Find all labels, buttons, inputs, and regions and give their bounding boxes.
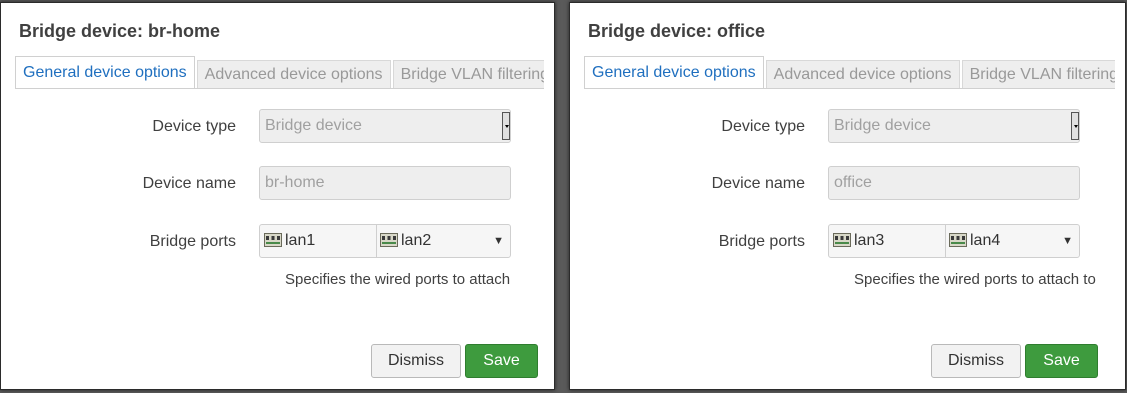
- bridge-device-dialog-br-home: Bridge device: br-home General device op…: [0, 2, 555, 390]
- bridge-ports-dropdown[interactable]: lan1 lan2 ▼: [259, 224, 511, 258]
- port-chip-lan2: lan2: [380, 225, 431, 257]
- device-type-value: Bridge device: [834, 117, 931, 134]
- device-name-value: office: [834, 174, 872, 191]
- ethernet-port-icon: [380, 233, 398, 247]
- device-type-row: Device type Bridge device: [570, 109, 1125, 145]
- bridge-ports-row: Bridge ports lan1 lan2 ▼: [1, 224, 554, 260]
- device-type-label: Device type: [152, 118, 236, 135]
- device-type-value: Bridge device: [265, 117, 362, 134]
- device-name-row: Device name office: [570, 166, 1125, 202]
- bridge-ports-label: Bridge ports: [718, 233, 805, 250]
- tab-bridge-vlan-filtering[interactable]: Bridge VLAN filtering: [392, 60, 544, 88]
- bridge-ports-dropdown[interactable]: lan3 lan4 ▼: [828, 224, 1080, 258]
- ethernet-port-icon: [833, 233, 851, 247]
- device-name-field[interactable]: br-home: [259, 166, 511, 200]
- dialog-title: Bridge device: br-home: [19, 21, 221, 41]
- bridge-ports-label: Bridge ports: [149, 233, 236, 250]
- chevron-down-icon[interactable]: ▼: [493, 225, 504, 257]
- ethernet-port-icon: [949, 233, 967, 247]
- dismiss-button[interactable]: Dismiss: [931, 344, 1021, 378]
- device-name-row: Device name br-home: [1, 166, 554, 202]
- port-label: lan1: [285, 232, 316, 249]
- port-chip-lan1: lan1: [264, 225, 377, 257]
- dismiss-button[interactable]: Dismiss: [371, 344, 461, 378]
- tab-bar: General device options Advanced device op…: [584, 56, 1115, 89]
- device-name-label: Device name: [142, 175, 236, 192]
- device-type-row: Device type Bridge device: [1, 109, 554, 145]
- device-name-value: br-home: [265, 174, 325, 191]
- device-name-label: Device name: [711, 175, 805, 192]
- bridge-ports-help-text: Specifies the wired ports to attach to: [854, 271, 1096, 288]
- ethernet-port-icon: [264, 233, 282, 247]
- port-label: lan2: [401, 232, 432, 249]
- tab-general-device-options[interactable]: General device options: [584, 56, 764, 88]
- save-button[interactable]: Save: [465, 344, 538, 378]
- tab-advanced-device-options[interactable]: Advanced device options: [196, 60, 391, 88]
- port-label: lan3: [854, 232, 885, 249]
- dialog-title: Bridge device: office: [588, 21, 766, 41]
- tab-advanced-device-options[interactable]: Advanced device options: [765, 60, 960, 88]
- bridge-device-dialog-office: Bridge device: office General device opt…: [569, 2, 1126, 390]
- tab-general-device-options[interactable]: General device options: [15, 56, 195, 88]
- save-button[interactable]: Save: [1025, 344, 1098, 378]
- tab-bridge-vlan-filtering[interactable]: Bridge VLAN filtering: [961, 60, 1115, 88]
- port-label: lan4: [970, 232, 1001, 249]
- device-type-select[interactable]: Bridge device: [259, 109, 511, 143]
- select-toggle-icon[interactable]: [1071, 112, 1079, 140]
- bridge-ports-help-text: Specifies the wired ports to attach: [285, 271, 511, 288]
- port-chip-lan3: lan3: [833, 225, 946, 257]
- chevron-down-icon[interactable]: ▼: [1062, 225, 1073, 257]
- tab-bar: General device options Advanced device op…: [15, 56, 544, 89]
- bridge-ports-row: Bridge ports lan3 lan4 ▼: [570, 224, 1125, 260]
- select-toggle-icon[interactable]: [502, 112, 510, 140]
- device-type-select[interactable]: Bridge device: [828, 109, 1080, 143]
- port-chip-lan4: lan4: [949, 225, 1000, 257]
- device-name-field[interactable]: office: [828, 166, 1080, 200]
- device-type-label: Device type: [721, 118, 805, 135]
